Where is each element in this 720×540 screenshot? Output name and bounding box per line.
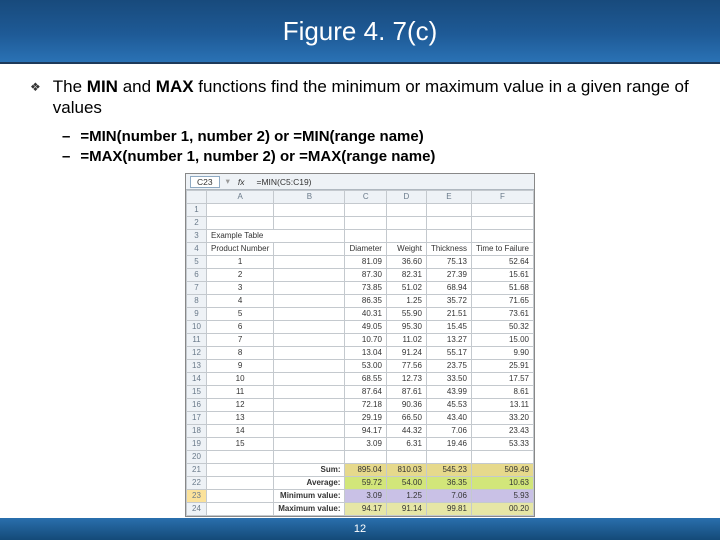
- bullet-main: ❖ The MIN and MAX functions find the min…: [30, 76, 690, 119]
- sub-bullet-1: –=MIN(number 1, number 2) or =MIN(range …: [62, 127, 690, 147]
- bullet-icon: ❖: [30, 80, 41, 95]
- sheet-table: ABCDEF123Example Table4Product NumberDia…: [186, 190, 534, 516]
- footer-bar: 12: [0, 518, 720, 540]
- formula-text: =MIN(C5:C19): [252, 177, 311, 187]
- name-box: C23: [190, 176, 220, 188]
- slide-body: ❖ The MIN and MAX functions find the min…: [0, 64, 720, 517]
- fx-icon: fx: [236, 177, 247, 187]
- spreadsheet-screenshot: C23 ▾ fx =MIN(C5:C19) ABCDEF123Example T…: [185, 173, 535, 517]
- formula-bar: C23 ▾ fx =MIN(C5:C19): [186, 174, 534, 190]
- slide-number: 12: [354, 523, 366, 535]
- slide-title: Figure 4. 7(c): [0, 0, 720, 64]
- sub-bullet-2: –=MAX(number 1, number 2) or =MAX(range …: [62, 147, 690, 167]
- bullet-text: The MIN and MAX functions find the minim…: [53, 76, 690, 119]
